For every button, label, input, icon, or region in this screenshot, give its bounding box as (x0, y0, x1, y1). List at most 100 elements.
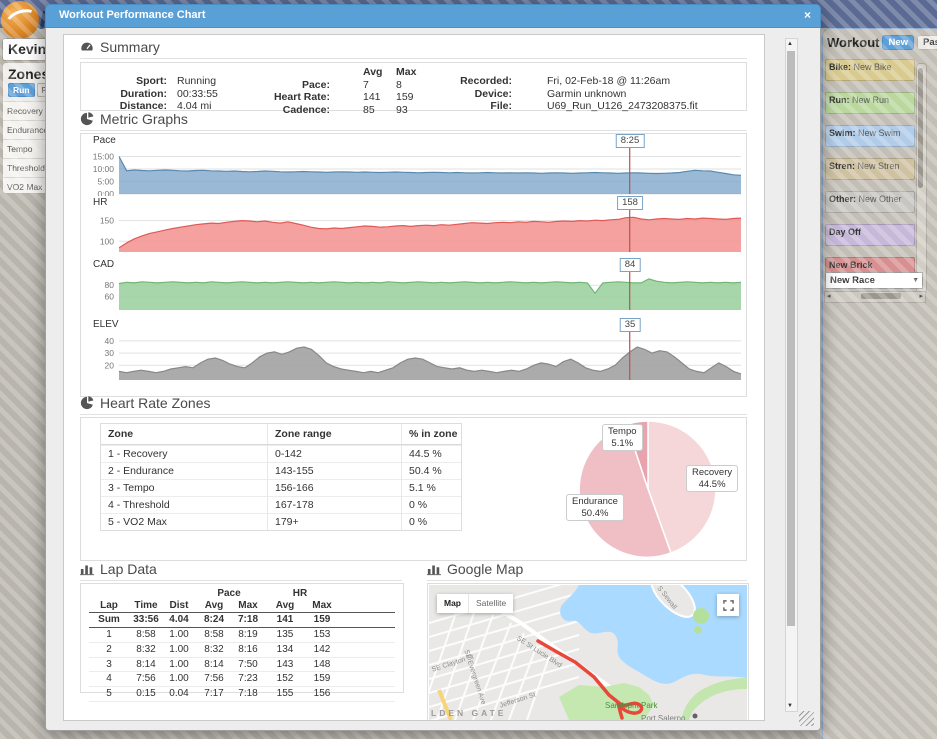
hr-plot[interactable]: 150100 (81, 210, 744, 254)
lap-row: 38:141.008:147:50143148 (89, 658, 395, 673)
modal-scrollbar-thumb[interactable] (787, 51, 795, 626)
lap-header-cell: Avg (195, 599, 233, 612)
lap-cell: 7:56 (195, 672, 233, 686)
svg-text:5:00: 5:00 (97, 177, 114, 187)
lap-cell: 3 (89, 658, 129, 672)
close-icon[interactable]: × (804, 5, 811, 26)
summary-value: Running (167, 75, 218, 88)
hr-zones-cell: 2 - Endurance (101, 463, 267, 479)
scroll-down-icon[interactable]: ▼ (787, 703, 793, 709)
google-map-box: SE St Lucie Blvd SE Clayton St SE Evergr… (427, 583, 749, 721)
svg-text:60: 60 (105, 292, 115, 302)
lap-cell: 8:24 (195, 613, 233, 627)
summary-header: Summary (80, 39, 747, 59)
hr-zones-cell: 0-142 (267, 446, 401, 462)
new-race-select[interactable]: New Race ▼ (825, 272, 923, 289)
elev-plot[interactable]: 403020 (81, 332, 744, 382)
lap-header-cell: Avg (263, 599, 307, 612)
lap-cell: 1.00 (163, 658, 195, 672)
lap-row: 47:561.007:567:23152159 (89, 672, 395, 687)
modal-body: Summary Sport:RunningDuration:00:33:55Di… (45, 28, 821, 731)
modal-scrollbar[interactable]: ▲ ▼ (785, 38, 798, 712)
scroll-right-icon[interactable]: ▸ (919, 292, 923, 301)
pace-plot[interactable]: 15:0010:005:000:00 (81, 148, 744, 196)
workout-hscrollbar[interactable]: ◂ ▸ (824, 291, 926, 303)
svg-text:15:00: 15:00 (93, 152, 115, 162)
workout-card[interactable]: Other: New Other (825, 191, 915, 213)
hr-zones-col-header: Zone (101, 424, 267, 444)
svg-text:80: 80 (105, 280, 115, 290)
summary-left-column: Sport:RunningDuration:00:33:55Distance:4… (87, 75, 218, 113)
zones-tab-run[interactable]: Run (8, 83, 35, 97)
elev-cursor-badge: 35 (620, 318, 641, 332)
scroll-up-icon[interactable]: ▲ (787, 41, 793, 47)
lap-cell: 1.00 (163, 672, 195, 686)
workout-card[interactable]: Day Off (825, 224, 915, 246)
fullscreen-button[interactable] (717, 594, 739, 616)
workout-sidebar: Workout New Past Bike: New BikeRun: New … (822, 28, 937, 739)
dashboard-icon (80, 40, 94, 54)
bar-chart-icon (427, 562, 441, 576)
workout-scrollbar-thumb[interactable] (918, 68, 923, 188)
map-button[interactable]: Map (437, 594, 469, 613)
google-map-header: Google Map (427, 561, 747, 581)
lap-cell: 8:32 (195, 643, 233, 657)
svg-text:150: 150 (100, 216, 114, 226)
map-canvas[interactable]: SE St Lucie Blvd SE Clayton St SE Evergr… (429, 585, 747, 720)
summary-row: Recorded:Fri, 02-Feb-18 @ 11:26am (412, 75, 698, 88)
summary-value: 00:33:55 (167, 88, 218, 101)
hr-zones-col-header: Zone range (267, 424, 401, 444)
summary-avgmax-header: AvgMax (230, 66, 436, 79)
summary-right-column: Recorded:Fri, 02-Feb-18 @ 11:26amDevice:… (412, 75, 698, 113)
cad-cursor-badge: 84 (620, 258, 641, 272)
lap-cell: 143 (263, 658, 307, 672)
hr-zones-row: 1 - Recovery0-14244.5 % (101, 445, 461, 462)
lap-cell: 7:56 (129, 672, 163, 686)
summary-box: Sport:RunningDuration:00:33:55Distance:4… (80, 62, 747, 111)
summary-value: Garmin unknown (512, 88, 698, 101)
lap-header-cell: Time (129, 599, 163, 612)
cad-plot[interactable]: 8060 (81, 272, 744, 312)
pie-chart-icon (80, 112, 94, 126)
lap-cell: 0:15 (129, 687, 163, 701)
pie-label-recovery: Recovery44.5% (686, 465, 738, 492)
hr-zones-row: 3 - Tempo156-1665.1 % (101, 479, 461, 496)
summary-middle-column: AvgMaxPace:78Heart Rate:141159Cadence:85… (230, 66, 436, 116)
modal-title-bar[interactable]: Workout Performance Chart × (45, 4, 821, 28)
lap-cell: 152 (263, 672, 307, 686)
lap-cell: 2 (89, 643, 129, 657)
workout-card[interactable]: Bike: New Bike (825, 59, 915, 81)
lap-cell: 142 (307, 643, 337, 657)
pace-cursor-badge: 8:25 (616, 134, 645, 148)
scroll-left-icon[interactable]: ◂ (827, 292, 831, 301)
lap-cell: 159 (307, 613, 337, 627)
hr-zones-cell: 0 % (401, 514, 459, 530)
workout-tab-past[interactable]: Past (917, 35, 937, 50)
resize-grip[interactable] (799, 711, 814, 726)
bar-chart-icon (80, 562, 94, 576)
workout-card-list: Bike: New Bike Run: New Run Swim: New Swim… (825, 59, 915, 290)
satellite-button[interactable]: Satellite (469, 594, 513, 613)
workout-tab-new[interactable]: New (882, 35, 914, 50)
workout-card[interactable]: Stren: New Stren (825, 158, 915, 180)
lap-cell: 7:18 (233, 613, 263, 627)
lap-cell: 155 (263, 687, 307, 701)
summary-label: Pace: (230, 79, 330, 92)
workout-card[interactable]: Run: New Run (825, 92, 915, 114)
metric-graphs-box: Pace 8:25 15:0010:005:000:00 HR 158 1501… (80, 133, 747, 397)
workout-hscrollbar-thumb[interactable] (861, 293, 901, 299)
lap-cell: 7:50 (233, 658, 263, 672)
workout-card[interactable]: Swim: New Swim (825, 125, 915, 147)
pie-label-tempo: Tempo5.1% (602, 424, 643, 451)
lap-cell: 148 (307, 658, 337, 672)
lap-cell: 8:14 (129, 658, 163, 672)
hr-zones-cell: 5.1 % (401, 480, 459, 496)
summary-row: Sport:Running (87, 75, 218, 88)
lap-cell: 1.00 (163, 628, 195, 642)
summary-avg-value: 141 (330, 91, 396, 104)
chevron-down-icon: ▼ (912, 273, 919, 288)
lap-row: 28:321.008:328:16134142 (89, 643, 395, 658)
workout-scrollbar[interactable] (916, 63, 927, 295)
hr-zones-cell: 143-155 (267, 463, 401, 479)
lap-group-header: PaceHR (89, 588, 395, 599)
